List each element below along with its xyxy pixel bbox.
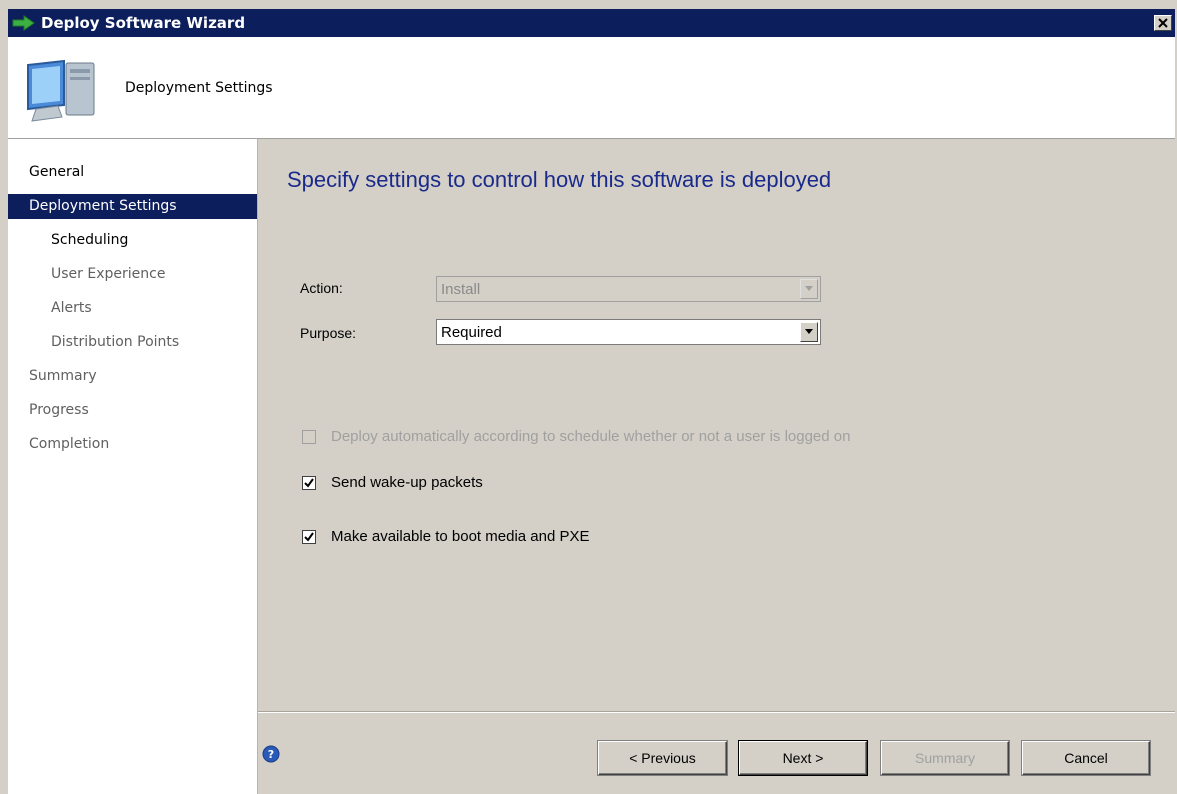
nav-item-user-experience[interactable]: User Experience — [8, 262, 257, 287]
purpose-value: Required — [441, 324, 502, 341]
close-button[interactable] — [1154, 15, 1172, 31]
next-button[interactable]: Next > — [739, 741, 867, 775]
close-icon — [1158, 18, 1168, 28]
footer-divider — [258, 711, 1175, 713]
checkmark-icon — [304, 532, 314, 542]
nav-item-general[interactable]: General — [8, 160, 257, 185]
wake-up-packets-checkbox[interactable] — [302, 476, 316, 490]
green-arrow-icon — [12, 15, 35, 31]
purpose-dropdown[interactable]: Required — [436, 319, 821, 345]
computer-icon — [27, 59, 95, 122]
checkmark-icon — [304, 478, 314, 488]
wizard-steps-sidebar: General Deployment Settings Scheduling U… — [8, 139, 258, 794]
purpose-label: Purpose: — [300, 325, 357, 341]
boot-media-pxe-checkbox[interactable] — [302, 530, 316, 544]
nav-item-alerts[interactable]: Alerts — [8, 296, 257, 321]
help-icon[interactable]: ? — [262, 745, 280, 763]
window-title: Deploy Software Wizard — [41, 14, 246, 32]
chevron-down-icon — [800, 279, 818, 299]
nav-item-progress[interactable]: Progress — [8, 398, 257, 423]
action-value: Install — [441, 281, 481, 298]
boot-media-pxe-label: Make available to boot media and PXE — [331, 528, 590, 545]
nav-item-scheduling[interactable]: Scheduling — [8, 228, 257, 253]
wake-up-packets-label: Send wake-up packets — [331, 474, 483, 491]
deploy-automatically-checkbox[interactable] — [302, 430, 316, 444]
nav-item-completion[interactable]: Completion — [8, 432, 257, 457]
nav-item-deployment-settings[interactable]: Deployment Settings — [8, 194, 257, 219]
nav-item-summary[interactable]: Summary — [8, 364, 257, 389]
chevron-down-icon — [800, 322, 818, 342]
cancel-button[interactable]: Cancel — [1022, 741, 1150, 775]
previous-button[interactable]: < Previous — [598, 741, 727, 775]
page-heading: Specify settings to control how this sof… — [287, 167, 832, 192]
summary-button[interactable]: Summary — [881, 741, 1009, 775]
svg-text:?: ? — [268, 748, 274, 761]
main-panel: Specify settings to control how this sof… — [258, 139, 1175, 794]
deploy-automatically-label: Deploy automatically according to schedu… — [331, 428, 851, 445]
wizard-header: Deployment Settings — [8, 37, 1175, 139]
action-label: Action: — [300, 280, 343, 296]
nav-item-distribution-points[interactable]: Distribution Points — [8, 330, 257, 355]
header-title: Deployment Settings — [125, 80, 273, 96]
action-dropdown[interactable]: Install — [436, 276, 821, 302]
title-bar: Deploy Software Wizard — [8, 9, 1175, 37]
